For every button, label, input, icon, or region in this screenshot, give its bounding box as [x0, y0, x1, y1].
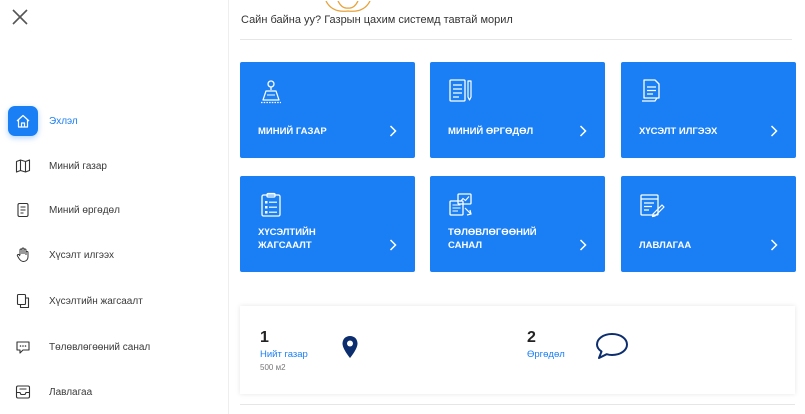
sidebar-item-my-land[interactable]: Миний газар — [8, 149, 218, 183]
stat-land-label[interactable]: Нийт газар — [260, 349, 308, 360]
header-divider — [240, 39, 792, 40]
stat-land-count: 1 — [260, 329, 269, 346]
card-title: МИНИЙ ГАЗАР — [258, 126, 327, 137]
card-title: ЛАВЛАГАА — [639, 240, 692, 251]
sidebar-item-home[interactable]: Эхлэл — [8, 104, 218, 138]
logo — [318, 0, 378, 12]
chevron-right-icon — [389, 124, 397, 137]
content-divider — [240, 404, 795, 405]
sidebar-item-label: Лавлагаа — [49, 386, 93, 398]
sidebar-item-plan-proposal[interactable]: Төлөвлөгөөний санал — [8, 330, 218, 364]
sidebar-item-label: Миний газар — [49, 160, 107, 172]
document-send-icon — [639, 78, 665, 104]
chevron-right-icon — [579, 124, 587, 137]
document-icon — [8, 195, 38, 225]
map-icon — [8, 151, 38, 181]
sidebar-item-request-list[interactable]: Хүсэлтийн жагсаалт — [8, 284, 218, 318]
copy-icon — [8, 286, 38, 316]
map-pin-icon — [341, 335, 359, 364]
speech-bubble-icon — [595, 332, 629, 365]
sidebar-item-send-request[interactable]: Хүсэлт илгээх — [8, 238, 218, 272]
inbox-icon — [8, 377, 38, 407]
card-send-request[interactable]: ХҮСЭЛТ ИЛГЭЭХ — [621, 62, 796, 158]
card-title: ХҮСЭЛТИЙН ЖАГСААЛТ — [258, 227, 316, 251]
sidebar-item-label: Хүсэлт илгээх — [49, 249, 115, 261]
clipboard-list-icon — [258, 192, 284, 218]
chat-icon — [8, 332, 38, 362]
sidebar-item-my-applications[interactable]: Миний өргөдөл — [8, 193, 218, 227]
document-pen-icon — [448, 78, 474, 104]
sidebar-item-label: Төлөвлөгөөний санал — [49, 341, 151, 353]
card-reference[interactable]: ЛАВЛАГАА — [621, 176, 796, 272]
land-map-pin-icon — [258, 78, 284, 104]
card-my-applications[interactable]: МИНИЙ ӨРГӨДӨЛ — [430, 62, 605, 158]
card-my-land[interactable]: МИНИЙ ГАЗАР — [240, 62, 415, 158]
card-request-list[interactable]: ХҮСЭЛТИЙН ЖАГСААЛТ — [240, 176, 415, 272]
card-title: МИНИЙ ӨРГӨДӨЛ — [448, 126, 534, 137]
document-sign-icon — [639, 192, 665, 218]
sidebar-item-reference[interactable]: Лавлагаа — [8, 375, 218, 409]
sidebar: Эхлэл Миний газар Миний өргөдөл Хүсэлт и… — [0, 0, 229, 414]
stats-panel: 1 Нийт газар 500 м2 2 Өргөдөл — [240, 306, 795, 394]
card-title: ХҮСЭЛТ ИЛГЭЭХ — [639, 126, 718, 137]
stat-land-area: 500 м2 — [260, 363, 286, 372]
sidebar-item-label: Миний өргөдөл — [49, 204, 120, 216]
card-title: ТӨЛӨВЛӨГӨӨНИЙ САНАЛ — [448, 227, 537, 251]
sidebar-item-label: Эхлэл — [49, 115, 78, 127]
stat-application-label[interactable]: Өргөдөл — [527, 349, 565, 360]
home-icon — [8, 106, 38, 136]
card-plan-proposal[interactable]: ТӨЛӨВЛӨГӨӨНИЙ САНАЛ — [430, 176, 605, 272]
sidebar-item-label: Хүсэлтийн жагсаалт — [49, 295, 143, 307]
welcome-text: Сайн байна уу? Газрын цахим системд тавт… — [241, 14, 513, 26]
chevron-right-icon — [389, 238, 397, 251]
chevron-right-icon — [579, 238, 587, 251]
chevron-right-icon — [770, 124, 778, 137]
chevron-right-icon — [770, 238, 778, 251]
plan-chart-icon — [448, 192, 474, 218]
close-icon[interactable] — [10, 7, 30, 27]
hand-pointer-icon — [8, 240, 38, 270]
stat-application-count: 2 — [527, 329, 536, 346]
